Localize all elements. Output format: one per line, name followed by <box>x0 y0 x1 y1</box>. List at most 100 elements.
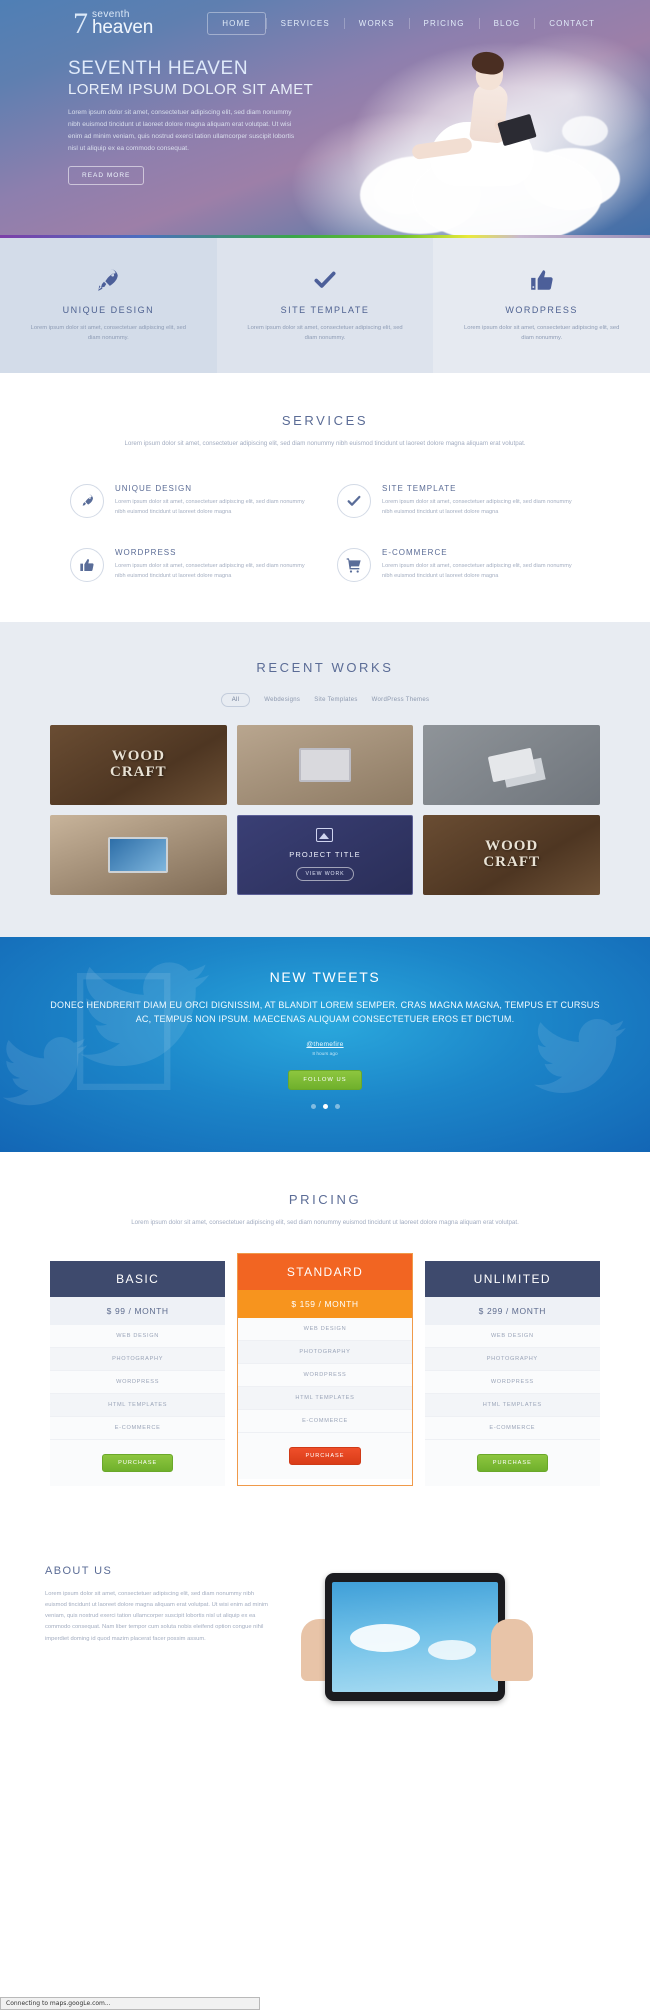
works-grid: WOOD CRAFT PROJECT TITLE VIEW WORK WOOD … <box>50 724 600 895</box>
service-text: Lorem ipsum dolor sit amet, consectetuer… <box>382 498 572 515</box>
services-subtitle: Lorem ipsum dolor sit amet, consectetuer… <box>124 440 526 447</box>
service-text: Lorem ipsum dolor sit amet, consectetuer… <box>115 498 305 515</box>
image-icon <box>316 828 334 843</box>
view-work-button[interactable]: VIEW WORK <box>295 867 355 882</box>
nav-item-home[interactable]: HOME <box>207 11 266 35</box>
service-item-ecommerce[interactable]: E-COMMERCE Lorem ipsum dolor sit amet, c… <box>337 547 580 582</box>
about-title: ABOUT US <box>45 1564 113 1577</box>
read-more-button[interactable]: READ MORE <box>68 165 145 185</box>
tablet-illustration <box>295 1565 605 1701</box>
thumbs-up-icon <box>461 264 622 296</box>
works-filter-site-templates[interactable]: Site Templates <box>314 697 357 703</box>
tablet-screen <box>332 1581 498 1692</box>
tweets-title: NEW TWEETS <box>269 968 381 985</box>
services-grid: UNIQUE DESIGN Lorem ipsum dolor sit amet… <box>70 483 580 582</box>
plan-price: $ 299 / MONTH <box>424 1296 600 1325</box>
logo-seven-glyph: 7 <box>73 7 88 40</box>
tweets-section:  NEW TWEETS DONEC HENDRERIT DIAM EU ORC… <box>0 936 650 1152</box>
carousel-dot-2[interactable] <box>322 1103 328 1109</box>
pricing-section: PRICING Lorem ipsum dolor sit amet, cons… <box>0 1151 650 1531</box>
recent-works-section: RECENT WORKS All Webdesigns Site Templat… <box>0 621 650 937</box>
tweet-text: DONEC HENDRERIT DIAM EU ORCI DIGNISSIM, … <box>50 999 600 1024</box>
rocket-icon <box>28 264 189 296</box>
plan-feature: PHOTOGRAPHY <box>238 1340 412 1364</box>
work-thumb-desk[interactable] <box>236 724 414 805</box>
nav-item-contact[interactable]: CONTACT <box>535 13 609 34</box>
work-line-2: CRAFT <box>109 763 167 780</box>
works-filter-webdesigns[interactable]: Webdesigns <box>264 697 300 703</box>
cart-icon <box>337 547 371 582</box>
site-logo[interactable]: 7 seventh heaven <box>73 7 154 40</box>
carousel-dot-1[interactable] <box>310 1103 316 1109</box>
feature-strip: UNIQUE DESIGN Lorem ipsum dolor sit amet… <box>0 238 650 373</box>
feature-card-wordpress[interactable]: WORDPRESS Lorem ipsum dolor sit amet, co… <box>433 238 650 373</box>
work-line-1: WOOD <box>111 748 165 765</box>
service-item-site-template[interactable]: SITE TEMPLATE Lorem ipsum dolor sit amet… <box>337 483 580 518</box>
rocket-icon <box>70 483 104 518</box>
feature-title: WORDPRESS <box>505 305 578 315</box>
purchase-button-basic[interactable]: PURCHASE <box>102 1453 174 1472</box>
plan-name: STANDARD <box>238 1253 412 1290</box>
laptop-icon <box>108 836 169 873</box>
feature-title: SITE TEMPLATE <box>280 305 370 315</box>
work-thumb-business-cards[interactable] <box>423 724 600 805</box>
plan-price: $ 159 / MONTH <box>238 1289 412 1318</box>
purchase-button-standard[interactable]: PURCHASE <box>289 1446 361 1465</box>
service-text: Lorem ipsum dolor sit amet, consectetuer… <box>382 562 572 579</box>
pricing-plan-standard: STANDARD $ 159 / MONTH WEB DESIGN PHOTOG… <box>237 1252 413 1486</box>
logo-line-2: heaven <box>92 16 154 38</box>
cards-icon <box>487 747 536 783</box>
pricing-title: PRICING <box>288 1191 362 1207</box>
pricing-tables: BASIC $ 99 / MONTH WEB DESIGN PHOTOGRAPH… <box>50 1252 600 1486</box>
works-filter-all[interactable]: All <box>220 692 251 707</box>
plan-feature: WEB DESIGN <box>50 1324 226 1348</box>
hero-copy: SEVENTH HEAVEN LOREM IPSUM DOLOR SIT AME… <box>68 58 368 185</box>
service-item-wordpress[interactable]: WORDPRESS Lorem ipsum dolor sit amet, co… <box>70 547 313 582</box>
pricing-subtitle: Lorem ipsum dolor sit amet, consectetuer… <box>131 1218 519 1226</box>
plan-feature-list: WEB DESIGN PHOTOGRAPHY WORDPRESS HTML TE… <box>424 1324 600 1440</box>
main-nav: HOME SERVICES WORKS PRICING BLOG CONTACT <box>207 11 625 35</box>
feature-card-unique-design[interactable]: UNIQUE DESIGN Lorem ipsum dolor sit amet… <box>0 238 217 373</box>
work-thumb-wood-craft-2[interactable]: WOOD CRAFT <box>423 814 600 895</box>
plan-feature: WEB DESIGN <box>238 1317 412 1341</box>
plan-price: $ 99 / MONTH <box>50 1296 226 1325</box>
feature-text: Lorem ipsum dolor sit amet, consectetuer… <box>247 325 403 342</box>
service-title: UNIQUE DESIGN <box>115 483 193 493</box>
plan-feature: E-COMMERCE <box>238 1409 412 1433</box>
hero-paragraph: Lorem ipsum dolor sit amet, consectetuer… <box>68 108 295 153</box>
work-thumb-wood-craft-1[interactable]: WOOD CRAFT <box>50 724 227 805</box>
work-project-title: PROJECT TITLE <box>289 850 361 860</box>
works-title: RECENT WORKS <box>256 659 394 675</box>
feature-text: Lorem ipsum dolor sit amet, consectetuer… <box>30 325 186 342</box>
service-item-unique-design[interactable]: UNIQUE DESIGN Lorem ipsum dolor sit amet… <box>70 483 313 518</box>
works-filter-wordpress-themes[interactable]: WordPress Themes <box>372 697 430 703</box>
plan-feature: PHOTOGRAPHY <box>424 1347 600 1371</box>
plan-feature-list: WEB DESIGN PHOTOGRAPHY WORDPRESS HTML TE… <box>238 1317 412 1433</box>
plan-feature: WORDPRESS <box>424 1370 600 1394</box>
hero-section: 7 seventh heaven HOME SERVICES WORKS PRI… <box>0 0 650 238</box>
plan-feature: WEB DESIGN <box>424 1324 600 1348</box>
purchase-button-unlimited[interactable]: PURCHASE <box>476 1453 548 1472</box>
work-thumb-project-title[interactable]: PROJECT TITLE VIEW WORK <box>236 814 414 895</box>
plan-feature: HTML TEMPLATES <box>238 1386 412 1410</box>
services-title: SERVICES <box>281 413 369 428</box>
pricing-plan-basic: BASIC $ 99 / MONTH WEB DESIGN PHOTOGRAPH… <box>50 1260 226 1486</box>
work-thumb-laptop[interactable] <box>50 814 227 895</box>
nav-item-works[interactable]: WORKS <box>345 13 409 34</box>
nav-item-blog[interactable]: BLOG <box>480 13 535 34</box>
tablet-device <box>325 1572 505 1701</box>
feature-text: Lorem ipsum dolor sit amet, consectetuer… <box>464 325 620 342</box>
feature-card-site-template[interactable]: SITE TEMPLATE Lorem ipsum dolor sit amet… <box>216 238 434 373</box>
check-icon <box>337 483 371 518</box>
nav-item-pricing[interactable]: PRICING <box>410 13 479 34</box>
nav-item-services[interactable]: SERVICES <box>267 13 344 34</box>
hero-subtitle: LOREM IPSUM DOLOR SIT AMET <box>68 80 314 98</box>
follow-us-button[interactable]: FOLLOW US <box>288 1069 362 1090</box>
plan-feature: WORDPRESS <box>50 1370 226 1394</box>
browser-status-bar: Connecting to maps.googLe.com... <box>0 1997 260 2010</box>
service-title: E-COMMERCE <box>382 547 448 557</box>
pricing-plan-unlimited: UNLIMITED $ 299 / MONTH WEB DESIGN PHOTO… <box>424 1260 600 1486</box>
plan-name: BASIC <box>50 1260 226 1297</box>
tweet-handle-link[interactable]: @themefire <box>45 1041 605 1048</box>
carousel-dot-3[interactable] <box>334 1103 340 1109</box>
